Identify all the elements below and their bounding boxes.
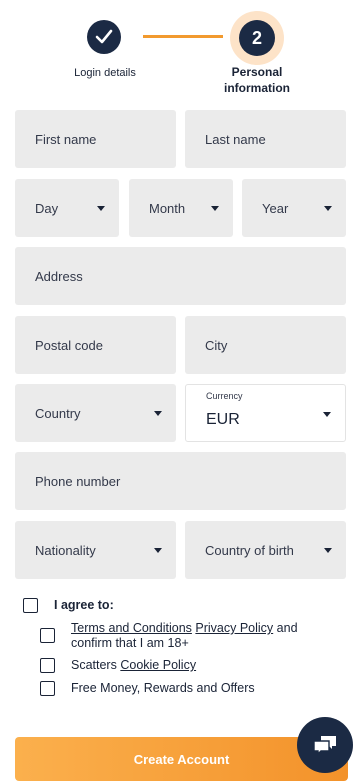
terms-checkbox[interactable] [40, 628, 55, 643]
check-icon [95, 29, 113, 44]
address-placeholder: Address [35, 268, 83, 284]
first-name-placeholder: First name [35, 131, 97, 147]
step-1-label: Login details [74, 67, 136, 79]
cookie-policy-link[interactable]: Cookie Policy [120, 658, 196, 672]
phone-placeholder: Phone number [35, 473, 121, 489]
cookie-text: Scatters Cookie Policy [71, 658, 197, 672]
stepper: Login details 2 Personal information [0, 0, 362, 100]
nationality-select[interactable]: Nationality [15, 521, 176, 579]
chevron-down-icon [323, 412, 331, 417]
chevron-down-icon [97, 206, 105, 211]
country-select[interactable]: Country [15, 384, 176, 442]
year-placeholder: Year [262, 200, 289, 216]
country-placeholder: Country [35, 405, 81, 421]
city-field[interactable]: City [185, 316, 346, 374]
city-placeholder: City [205, 337, 228, 353]
terms-link[interactable]: Terms and Conditions [71, 621, 192, 635]
month-select[interactable]: Month [129, 179, 233, 237]
last-name-placeholder: Last name [205, 131, 266, 147]
chat-button[interactable] [297, 717, 353, 773]
day-placeholder: Day [35, 200, 59, 216]
month-placeholder: Month [149, 200, 186, 216]
country-of-birth-select[interactable]: Country of birth [185, 521, 346, 579]
agree-all-checkbox[interactable] [23, 598, 38, 613]
nationality-placeholder: Nationality [35, 542, 96, 558]
first-name-field[interactable]: First name [15, 110, 176, 168]
terms-text: Terms and Conditions Privacy Policy and … [71, 621, 298, 650]
day-select[interactable]: Day [15, 179, 119, 237]
currency-label: Currency [206, 391, 243, 401]
step-2-label: Personal information [224, 65, 290, 95]
step-connector-line [143, 35, 223, 38]
chevron-down-icon [324, 206, 332, 211]
address-field[interactable]: Address [15, 247, 346, 305]
step-2-number: 2 [239, 20, 275, 56]
agree-label: I agree to: [54, 598, 114, 612]
chevron-down-icon [154, 411, 162, 416]
phone-field[interactable]: Phone number [15, 452, 346, 510]
offers-label: Free Money, Rewards and Offers [71, 681, 255, 695]
step-1-complete [87, 20, 121, 54]
chevron-down-icon [154, 548, 162, 553]
postal-code-field[interactable]: Postal code [15, 316, 176, 374]
postal-code-placeholder: Postal code [35, 337, 103, 353]
last-name-field[interactable]: Last name [185, 110, 346, 168]
country-of-birth-placeholder: Country of birth [205, 542, 294, 558]
chevron-down-icon [324, 548, 332, 553]
year-select[interactable]: Year [242, 179, 346, 237]
offers-checkbox[interactable] [40, 681, 55, 696]
privacy-policy-link[interactable]: Privacy Policy [195, 621, 273, 635]
cookie-checkbox[interactable] [40, 658, 55, 673]
chevron-down-icon [211, 206, 219, 211]
currency-select[interactable]: Currency EUR [185, 384, 346, 442]
chat-bubble-icon [313, 736, 336, 756]
